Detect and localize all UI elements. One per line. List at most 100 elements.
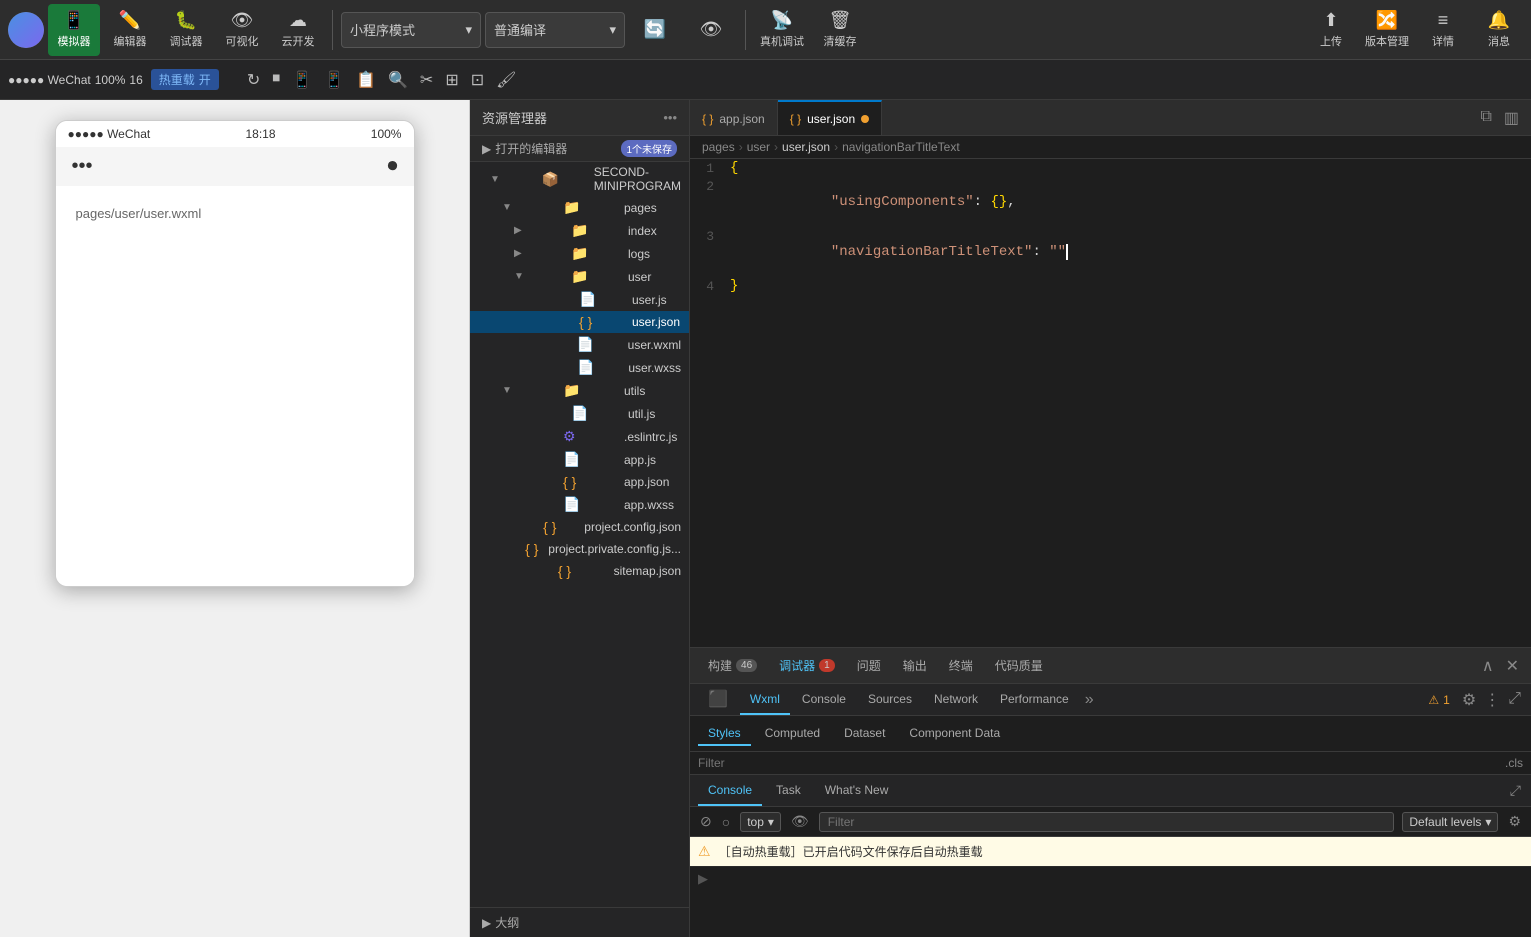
devtools-tab-build[interactable]: 构建 46 [698, 653, 767, 678]
inspector-tab-dataset[interactable]: Dataset [834, 722, 895, 746]
hotreload-button[interactable]: 热重载 开 [151, 69, 219, 90]
breadcrumb-key[interactable]: navigationBarTitleText [842, 140, 960, 154]
tab-app-json[interactable]: { } app.json [690, 100, 778, 135]
cut-icon[interactable]: ✂ [416, 66, 437, 94]
tree-item-user-js[interactable]: 📄 user.js [470, 288, 689, 311]
toolbar-btn-editor[interactable]: ✏️ 编辑器 [104, 4, 156, 56]
tree-item-sitemap[interactable]: { } sitemap.json [470, 560, 689, 582]
tree-item-projectprivate[interactable]: { } project.private.config.js... [470, 538, 689, 560]
tree-item-app-js[interactable]: 📄 app.js [470, 448, 689, 471]
chevron-down-icon-levels: ▾ [1485, 815, 1491, 829]
split-editor-icon[interactable]: ⧉ [1476, 104, 1495, 132]
tree-item-index[interactable]: ▶ 📁 index [470, 219, 689, 242]
toolbar-btn-cloud[interactable]: ☁ 云开发 [272, 4, 324, 56]
devtools-tab-terminal[interactable]: 终端 [939, 653, 983, 678]
toolbar-btn-upload[interactable]: ⬆ 上传 [1307, 10, 1355, 49]
tree-item-user-wxss[interactable]: 📄 user.wxss [470, 356, 689, 379]
search-icon[interactable]: 🔍 [384, 66, 412, 94]
console-filter-input[interactable] [819, 812, 1395, 832]
console-settings-icon-2[interactable]: ⚙ [1506, 811, 1523, 832]
toolbar-btn-message[interactable]: 🔔 消息 [1475, 10, 1523, 49]
open-files-toggle[interactable]: ▶ 打开的编辑器 [482, 140, 567, 157]
console-expand-icon[interactable]: ⤢ [1508, 780, 1523, 801]
breadcrumb-user[interactable]: user [747, 140, 770, 154]
phone-icon[interactable]: 📱 [288, 66, 316, 94]
cloud-icon: ☁ [289, 10, 307, 31]
copy-icon[interactable]: 📋 [352, 66, 380, 94]
devtab-pointer-icon[interactable]: ⬛ [698, 684, 738, 715]
tree-item-logs[interactable]: ▶ 📁 logs [470, 242, 689, 265]
file-tree-header: 资源管理器 ••• [470, 100, 689, 136]
layout-split-icon[interactable]: ▥ [1500, 104, 1523, 132]
devtools-tab-issues[interactable]: 问题 [847, 653, 891, 678]
inspector-tab-componentdata[interactable]: Component Data [899, 722, 1010, 746]
visual-icon: 👁 [231, 10, 254, 31]
toolbar-btn-simulator[interactable]: 📱 模拟器 [48, 4, 100, 56]
close-icon[interactable]: ✕ [1502, 652, 1523, 680]
toolbar-btn-clearcache[interactable]: 🗑 清缓存 [814, 4, 866, 56]
devtab-performance[interactable]: Performance [990, 684, 1079, 715]
phone-time: 18:18 [245, 127, 275, 141]
console-circle-icon[interactable]: ○ [720, 812, 732, 832]
file-tree-footer[interactable]: ▶ 大纲 [470, 907, 689, 937]
toolbar-btn-versionmgr[interactable]: 🔀 版本管理 [1363, 10, 1411, 49]
console-top-dropdown[interactable]: top ▾ [740, 812, 781, 832]
filter-input[interactable] [698, 756, 1497, 770]
console-levels-dropdown[interactable]: Default levels ▾ [1402, 812, 1498, 832]
collapse-icon[interactable]: ∧ [1478, 652, 1498, 680]
tree-item-app-wxss[interactable]: 📄 app.wxss [470, 493, 689, 516]
toolbar-btn-eye[interactable]: 👁 [685, 4, 737, 56]
code-line-3: 3 "navigationBarTitleText": "" [690, 227, 1531, 277]
toolbar-btn-refresh[interactable]: 🔄 [629, 4, 681, 56]
appwxss-icon: 📄 [563, 496, 620, 513]
refresh-icon-2[interactable]: ↻ [243, 66, 264, 94]
toolbar-btn-realdevice[interactable]: 📡 真机调试 [754, 4, 810, 56]
layout-icon[interactable]: ⊞ [441, 66, 462, 94]
toolbar-btn-details[interactable]: ≡ 详情 [1419, 10, 1467, 49]
tablet-icon[interactable]: 📱 [320, 66, 348, 94]
more-icon[interactable]: ••• [663, 110, 677, 125]
breadcrumb-pages[interactable]: pages [702, 140, 735, 154]
tree-item-user-json[interactable]: { } user.json [470, 311, 689, 333]
expand-icon[interactable]: ⤢ [1506, 688, 1523, 712]
tree-item-user[interactable]: ▼ 📁 user [470, 265, 689, 288]
tree-item-projectconfig[interactable]: { } project.config.json [470, 516, 689, 538]
console-eye-icon[interactable]: 👁 [789, 811, 811, 832]
tree-item-app-json[interactable]: { } app.json [470, 471, 689, 493]
tree-item-pages[interactable]: ▼ 📁 pages [470, 196, 689, 219]
miniprogram-mode-dropdown[interactable]: 小程序模式 ▾ [341, 12, 481, 48]
compile-mode-dropdown[interactable]: 普通编译 ▾ [485, 12, 625, 48]
devtab-console[interactable]: Console [792, 684, 856, 715]
inspector-tab-styles[interactable]: Styles [698, 722, 751, 746]
tree-item-root[interactable]: ▼ 📦 SECOND-MINIPROGRAM [470, 162, 689, 196]
phone-carrier: ●●●●● WeChat [68, 127, 151, 141]
toolbar-btn-visual[interactable]: 👁 可视化 [216, 4, 268, 56]
devtools-tab-debugger[interactable]: 调试器 1 [769, 653, 845, 678]
tab-user-json[interactable]: { } user.json [778, 100, 882, 135]
code-editor[interactable]: 1 { 2 "usingComponents": {}, 3 "navigati… [690, 159, 1531, 647]
console-expand-arrow[interactable]: ▶ [690, 867, 1531, 891]
console-tab-task[interactable]: Task [766, 775, 811, 806]
devtab-wxml[interactable]: Wxml [740, 684, 790, 715]
toolbar-btn-debugger[interactable]: 🐛 调试器 [160, 4, 212, 56]
inspector-tab-computed[interactable]: Computed [755, 722, 830, 746]
devtools-tab-output[interactable]: 输出 [893, 653, 937, 678]
stop-icon[interactable]: ⏹ [268, 66, 284, 94]
console-tab-whatsnew[interactable]: What's New [815, 775, 899, 806]
tree-item-util-js[interactable]: 📄 util.js [470, 402, 689, 425]
kebab-icon[interactable]: ⋮ [1482, 688, 1502, 712]
devtab-sources[interactable]: Sources [858, 684, 922, 715]
console-ban-icon[interactable]: ⊘ [698, 811, 714, 832]
breadcrumb-sep-1: › [739, 140, 743, 154]
settings-icon[interactable]: ⚙ [1460, 688, 1478, 712]
devtab-more[interactable]: » [1081, 687, 1098, 713]
console-tab-console[interactable]: Console [698, 775, 762, 806]
tree-item-utils[interactable]: ▼ 📁 utils [470, 379, 689, 402]
brush-icon[interactable]: 🖌 [492, 66, 520, 94]
tree-item-eslintrc[interactable]: ⚙ .eslintrc.js [470, 425, 689, 448]
grid-icon[interactable]: ⊡ [467, 66, 488, 94]
devtools-tab-codequality[interactable]: 代码质量 [985, 653, 1053, 678]
tree-item-user-wxml[interactable]: 📄 user.wxml [470, 333, 689, 356]
breadcrumb-file[interactable]: user.json [782, 140, 830, 154]
devtab-network[interactable]: Network [924, 684, 988, 715]
